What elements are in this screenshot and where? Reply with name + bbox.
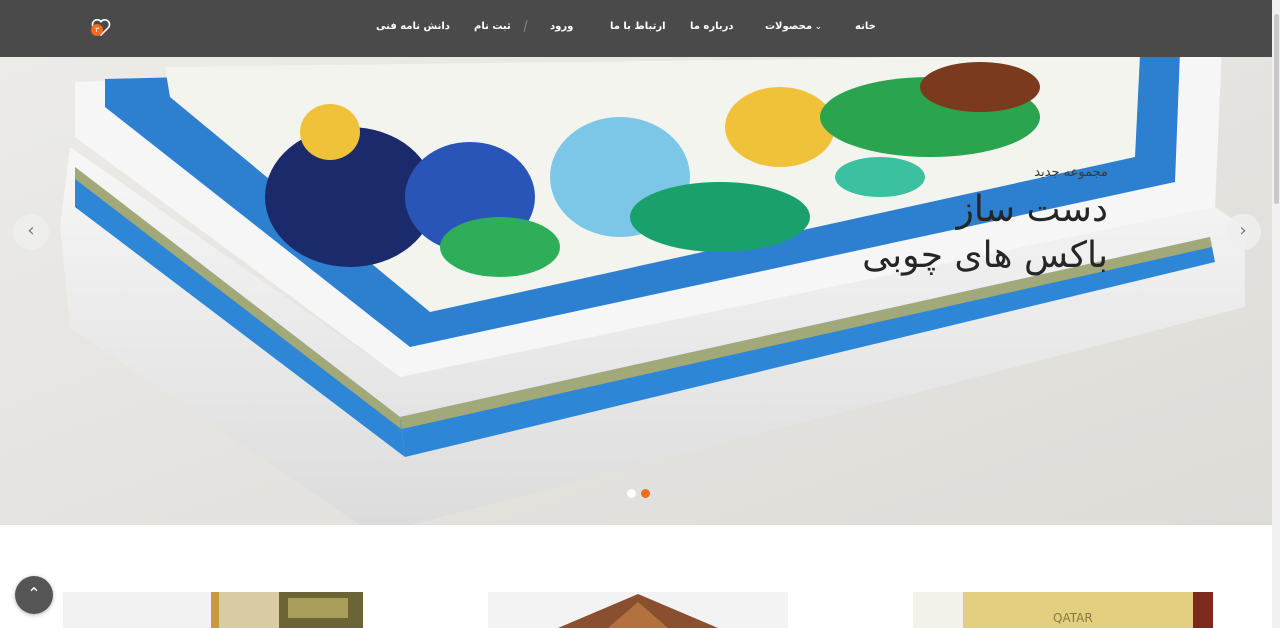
chevron-right-icon[interactable]: ›	[1225, 214, 1261, 250]
product-image-3: QATAR	[913, 592, 1213, 628]
chevron-left-icon[interactable]: ‹	[13, 214, 49, 250]
svg-text:QATAR: QATAR	[1053, 611, 1093, 625]
scrollbar-thumb[interactable]	[1274, 14, 1279, 204]
hero-slider: مجموعه جدید دست ساز باکس های چوبی ‹ ›	[0, 57, 1272, 525]
painted-tile-box-image	[0, 57, 1272, 525]
nav-item-register[interactable]: ثبت نام	[474, 19, 511, 35]
hero-subtitle: مجموعه جدید	[1034, 165, 1108, 180]
nav-item-contact[interactable]: ارتباط با ما	[610, 19, 666, 35]
hero-title-line-1: دست ساز	[956, 189, 1108, 230]
nav-item-home[interactable]: خانه	[855, 19, 876, 35]
slide-dot-2[interactable]	[641, 489, 650, 498]
product-card-3[interactable]: QATAR	[913, 592, 1213, 628]
hero-title-line-2: باکس های چوبی	[862, 235, 1108, 276]
nav-item-knowledge[interactable]: دانش نامه فنی	[376, 19, 450, 35]
nav-item-about[interactable]: درباره ما	[690, 19, 734, 35]
wishlist-count-badge: ۳	[91, 24, 103, 36]
nav-item-login[interactable]: ورود	[550, 19, 573, 35]
nav-item-products-label: محصولات	[765, 21, 813, 32]
nav-divider	[523, 20, 528, 32]
slide-dot-1[interactable]	[627, 489, 636, 498]
top-navbar: خانه ⌄محصولات درباره ما ارتباط با ما ورو…	[0, 0, 1272, 57]
scroll-to-top-button[interactable]: ⌃	[15, 576, 53, 614]
product-image-1	[63, 592, 363, 628]
nav-item-products[interactable]: ⌄محصولات	[765, 19, 822, 35]
product-card-1[interactable]	[63, 592, 363, 628]
product-card-2[interactable]	[488, 592, 788, 628]
hero-title: دست ساز باکس های چوبی	[862, 187, 1108, 279]
chevron-up-icon: ⌃	[27, 584, 41, 603]
chevron-down-icon: ⌄	[815, 22, 822, 31]
product-image-2	[488, 592, 788, 628]
